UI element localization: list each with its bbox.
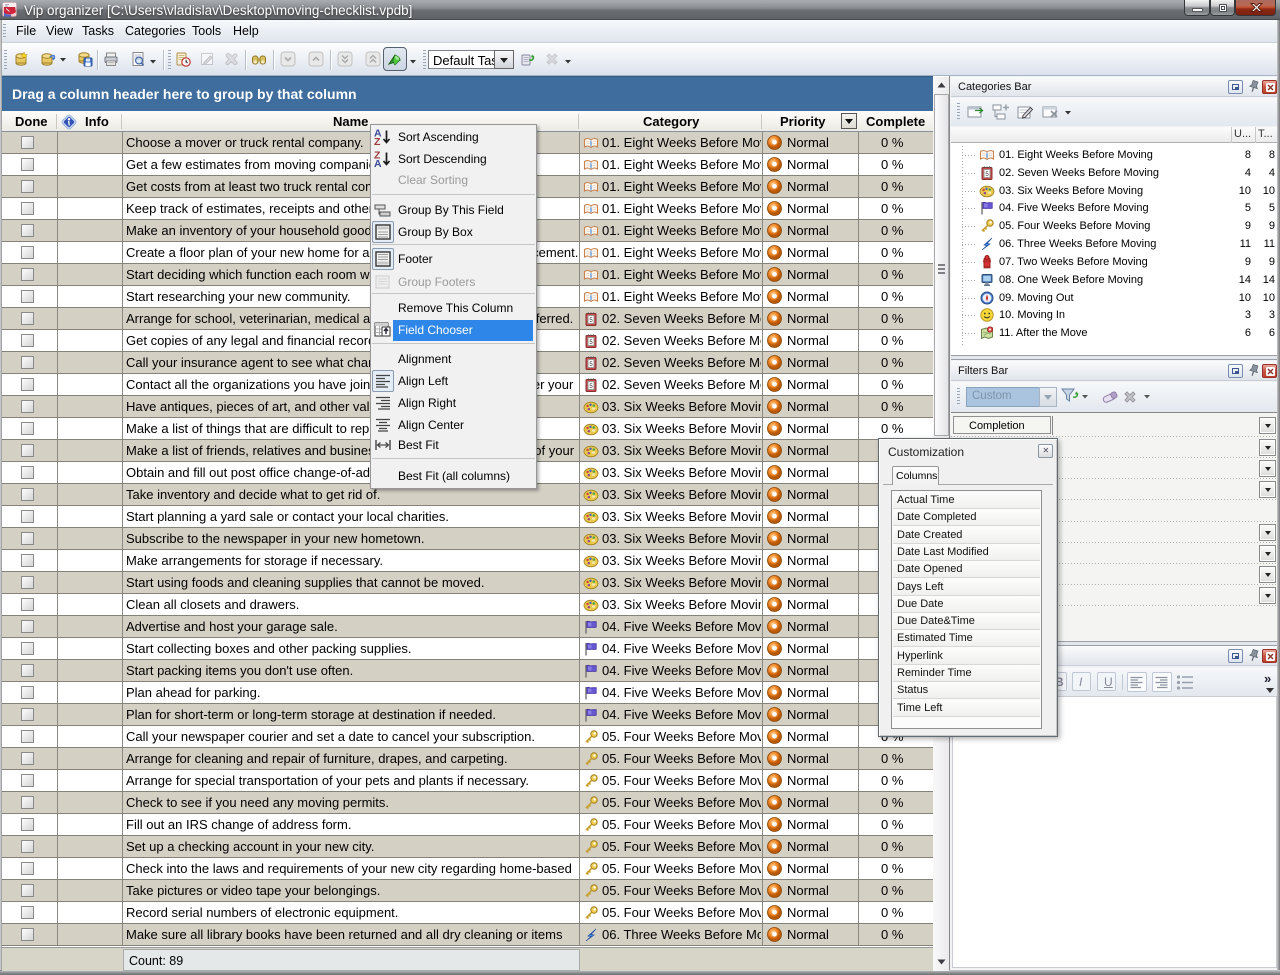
svg-text:A: A [374, 158, 382, 168]
svg-text:Z: Z [374, 136, 381, 146]
